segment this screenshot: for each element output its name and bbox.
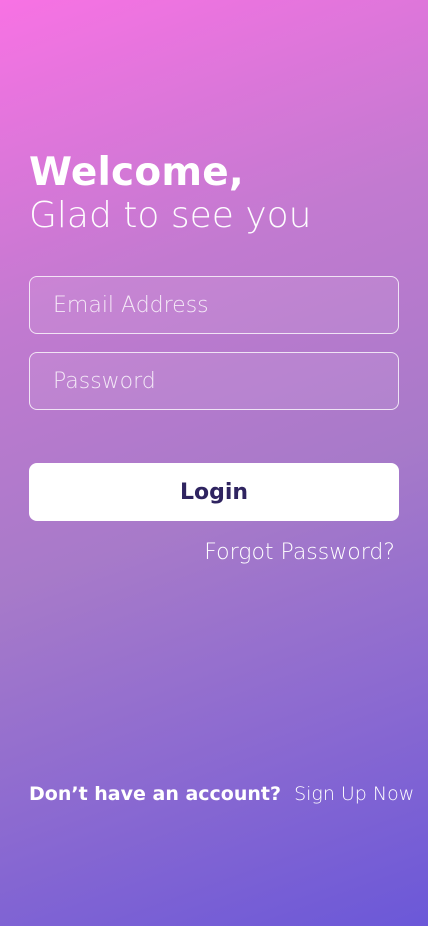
password-field-container bbox=[29, 352, 399, 410]
signup-link[interactable]: Sign Up Now bbox=[294, 783, 414, 805]
page-title: Welcome, bbox=[29, 150, 244, 195]
email-field[interactable] bbox=[30, 277, 398, 333]
forgot-password-link[interactable]: Forgot Password? bbox=[204, 540, 395, 565]
page-subtitle: Glad to see you bbox=[29, 195, 312, 236]
signup-row: Don’t have an account? Sign Up Now bbox=[29, 780, 414, 808]
password-field[interactable] bbox=[30, 353, 398, 409]
welcome-heading: Welcome, Glad to see you bbox=[29, 150, 399, 236]
email-field-container bbox=[29, 276, 399, 334]
login-screen: Welcome, Glad to see you Login Forgot Pa… bbox=[0, 0, 428, 926]
signup-prompt: Don’t have an account? bbox=[29, 783, 282, 805]
login-button[interactable]: Login bbox=[29, 463, 399, 521]
